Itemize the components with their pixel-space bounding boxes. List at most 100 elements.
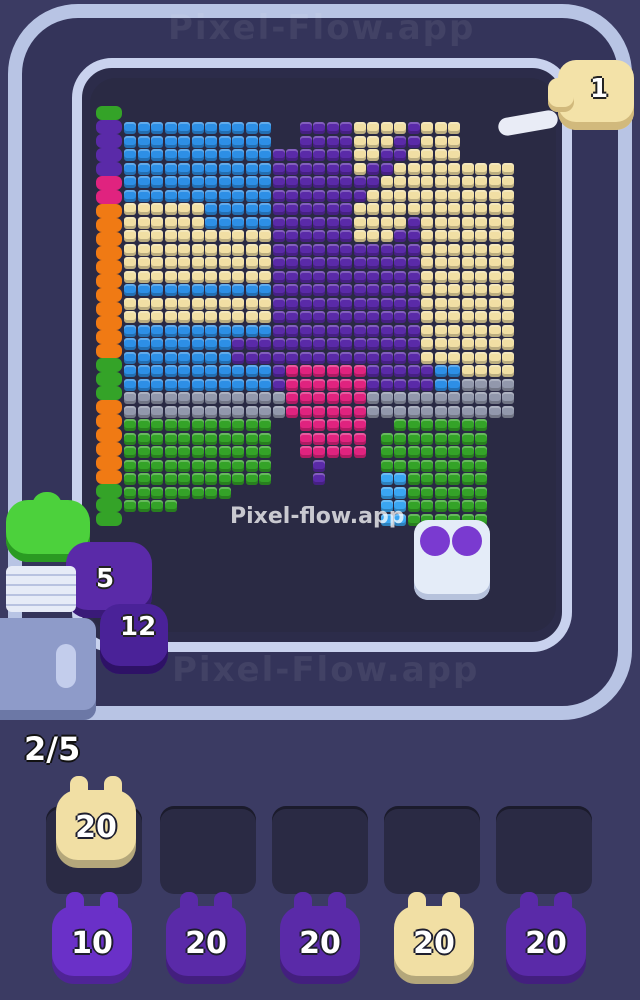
- pixel-block: [178, 230, 190, 242]
- pixel-block: [394, 459, 406, 472]
- pixel-block: [218, 257, 231, 269]
- pixel-block: [448, 243, 460, 256]
- launcher-bottom-count: 12: [120, 612, 157, 642]
- launcher-bottom-piece[interactable]: 12: [100, 604, 168, 674]
- pixel-block: [205, 216, 217, 229]
- pixel-block: [448, 149, 460, 161]
- pixel-block: [448, 297, 460, 310]
- pixel-block: [448, 405, 460, 418]
- pixel-block: [313, 473, 325, 485]
- pixel-block: [394, 297, 406, 310]
- pixel-block: [434, 270, 447, 283]
- holder-cup[interactable]: [414, 520, 490, 600]
- pixel-block: [137, 216, 150, 229]
- queue-shooter-bottom-3[interactable]: 20: [280, 892, 360, 984]
- pixel-block: [286, 216, 298, 229]
- pixel-block: [259, 162, 271, 175]
- pixel-block: [448, 446, 460, 458]
- pixel-block: [380, 176, 393, 188]
- pixel-block: [448, 311, 460, 323]
- pixel-block: [137, 432, 150, 445]
- pixel-block: [326, 270, 339, 283]
- pixel-block: [299, 446, 312, 458]
- slot-4[interactable]: [384, 806, 480, 894]
- pixel-block: [137, 419, 150, 431]
- pixel-block: [353, 270, 366, 283]
- pixel-block: [434, 149, 447, 161]
- queue-shooter-bottom-4[interactable]: 20: [394, 892, 474, 984]
- pixel-block: [407, 162, 420, 175]
- pixel-block: [502, 351, 514, 364]
- pixel-block: [488, 392, 501, 404]
- slot-2[interactable]: [160, 806, 256, 894]
- pixel-block: [178, 473, 190, 485]
- pixel-block: [434, 432, 447, 445]
- pixel-block: [367, 365, 379, 377]
- pixel-block: [178, 311, 190, 323]
- pixel-block: [218, 162, 231, 175]
- belt-segment: [96, 372, 122, 386]
- launcher-lever[interactable]: [56, 644, 76, 688]
- pixel-block: [191, 135, 204, 148]
- pixel-block: [421, 243, 433, 256]
- pixel-block: [461, 392, 474, 404]
- pixel-block: [340, 122, 352, 134]
- shooter-ear: [328, 892, 346, 914]
- queue-shooter-bottom-2[interactable]: 20: [166, 892, 246, 984]
- pixel-block: [232, 203, 244, 215]
- pixel-block: [461, 446, 474, 458]
- pixel-block: [475, 216, 487, 229]
- pixel-block: [191, 311, 204, 323]
- pixel-block: [353, 284, 366, 296]
- pixel-block: [367, 324, 379, 337]
- pixel-block: [448, 176, 460, 188]
- pixel-block: [272, 284, 285, 296]
- pixel-block: [151, 122, 163, 134]
- pixel-block: [380, 324, 393, 337]
- pixel-block: [151, 297, 163, 310]
- pixel-block: [137, 351, 150, 364]
- pixel-block: [205, 311, 217, 323]
- pixel-block: [205, 176, 217, 188]
- pixel-block: [205, 189, 217, 202]
- pixel-block: [286, 257, 298, 269]
- pixel-block: [218, 405, 231, 418]
- pixel-block: [245, 297, 258, 310]
- pixel-block: [299, 297, 312, 310]
- slot-5[interactable]: [496, 806, 592, 894]
- pixel-block: [205, 405, 217, 418]
- pixel-block: [461, 297, 474, 310]
- pixel-block: [421, 392, 433, 404]
- shooter-ear: [180, 892, 198, 914]
- pixel-block: [407, 297, 420, 310]
- pixel-block: [178, 351, 190, 364]
- pixel-block: [164, 351, 177, 364]
- pixel-block: [232, 149, 244, 161]
- queue-shooter-top-1[interactable]: 20: [56, 776, 136, 868]
- pixel-block: [421, 500, 433, 512]
- pixel-block: [178, 459, 190, 472]
- slot-3[interactable]: [272, 806, 368, 894]
- pixel-block: [218, 203, 231, 215]
- pixel-block: [191, 122, 204, 134]
- pixel-block: [232, 284, 244, 296]
- pixel-block: [178, 284, 190, 296]
- pixel-block: [272, 216, 285, 229]
- pixel-block: [488, 162, 501, 175]
- pusher-fist[interactable]: 1: [548, 60, 634, 132]
- pixel-block: [448, 486, 460, 499]
- pixel-block: [124, 473, 136, 485]
- pixel-block: [218, 216, 231, 229]
- pixel-block: [461, 270, 474, 283]
- pixel-block: [380, 216, 393, 229]
- pixel-block: [299, 203, 312, 215]
- queue-shooter-bottom-1[interactable]: 10: [52, 892, 132, 984]
- pixel-block: [191, 257, 204, 269]
- pixel-block: [178, 189, 190, 202]
- queue-shooter-bottom-4-value: 20: [413, 926, 455, 961]
- pixel-block: [448, 473, 460, 485]
- belt-segment: [96, 204, 122, 218]
- pixel-block: [232, 189, 244, 202]
- queue-shooter-bottom-5[interactable]: 20: [506, 892, 586, 984]
- pixel-block: [461, 405, 474, 418]
